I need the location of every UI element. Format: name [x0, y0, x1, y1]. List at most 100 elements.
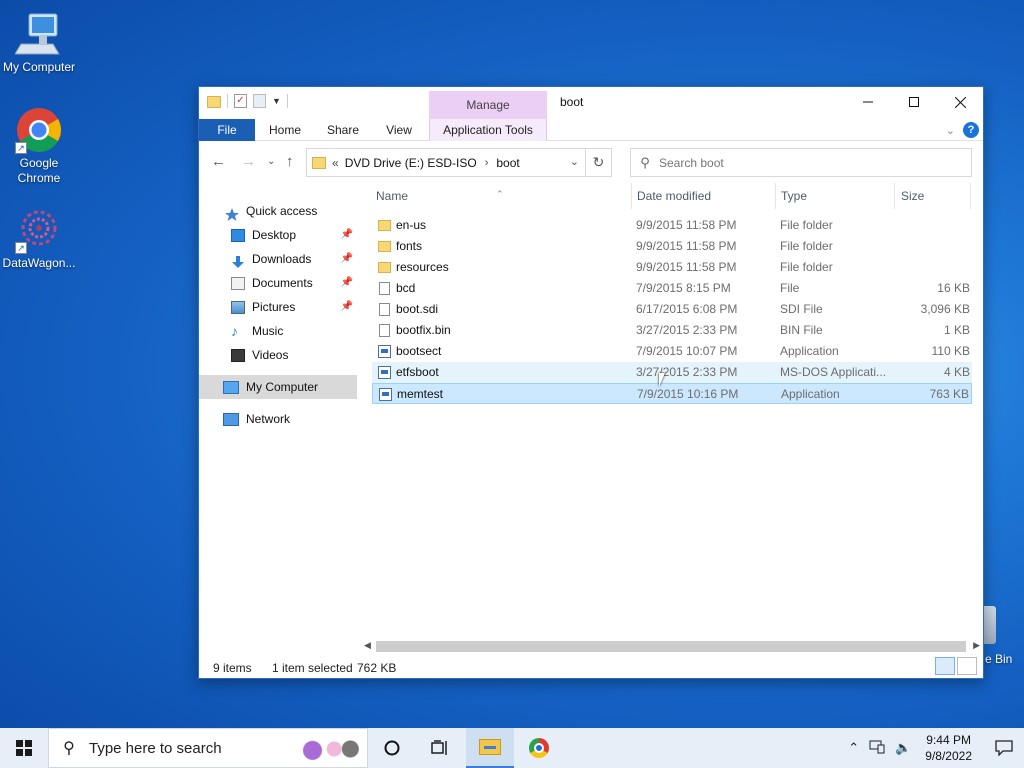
folder-icon [378, 262, 391, 273]
task-view-button[interactable] [416, 728, 464, 768]
desktop-icon-label: My Computer [2, 60, 76, 74]
new-folder-icon[interactable] [253, 94, 266, 108]
desktop-icon-label: DataWagon... [2, 256, 76, 270]
breadcrumb-dvd-drive[interactable]: DVD Drive (E:) ESD-ISO [345, 156, 477, 170]
selection-count: 1 item selected [272, 661, 353, 675]
nav-desktop[interactable]: Desktop 📌 [199, 223, 357, 247]
manage-context-tab[interactable]: Manage [429, 91, 547, 119]
notifications-icon[interactable] [984, 728, 1024, 768]
address-bar[interactable]: « DVD Drive (E:) ESD-ISO › boot ⌄ ↻ [306, 148, 612, 177]
properties-icon[interactable]: ✓ [234, 94, 247, 108]
chrome-icon [529, 738, 549, 758]
cortana-button[interactable] [368, 728, 416, 768]
column-headers: ⌃ Name Date modified Type Size [372, 183, 972, 209]
nav-quick-access[interactable]: Quick access [199, 199, 357, 223]
horizontal-scrollbar[interactable]: ◀ ▶ [362, 638, 982, 655]
file-name: fonts [396, 239, 423, 253]
tab-application-tools[interactable]: Application Tools [429, 119, 547, 141]
address-overflow[interactable]: « [332, 156, 339, 170]
file-name: en-us [396, 218, 427, 232]
large-icons-view-button[interactable] [957, 657, 977, 675]
navigation-bar: ← → ⌄ ↑ « DVD Drive (E:) ESD-ISO › boot … [199, 142, 983, 182]
computer-icon [223, 380, 239, 394]
breadcrumb-boot[interactable]: boot [496, 156, 519, 170]
desktop-icon-datawagon[interactable]: ↗ DataWagon... [0, 206, 78, 271]
expand-ribbon-chevron-icon[interactable]: ⌄ [946, 124, 955, 137]
file-date-modified: 3/27/2015 2:33 PM [636, 365, 738, 379]
nav-music[interactable]: ♪ Music [199, 319, 357, 343]
clock-time: 9:44 PM [926, 733, 971, 747]
show-hidden-icons-chevron-icon[interactable]: ⌃ [848, 740, 859, 756]
maximize-button[interactable] [891, 87, 937, 117]
pin-icon[interactable]: 📌 [341, 271, 353, 295]
file-type: File folder [780, 239, 833, 253]
start-button[interactable] [0, 728, 48, 768]
chrome-taskbar-button[interactable] [515, 728, 563, 768]
search-highlight-icon[interactable] [297, 735, 359, 763]
file-row-bcd[interactable]: bcd 7/9/2015 8:15 PM File 16 KB [372, 278, 972, 299]
column-name[interactable]: Name [376, 189, 408, 203]
datawagon-icon: ↗ [15, 206, 63, 254]
desktop-icon-my-computer[interactable]: My Computer [0, 10, 78, 75]
breadcrumb-chevron-icon[interactable]: › [485, 157, 489, 169]
file-row-en-us[interactable]: en-us 9/9/2015 11:58 PM File folder [372, 215, 972, 236]
help-icon[interactable]: ? [963, 122, 979, 138]
file-row-memtest[interactable]: memtest 7/9/2015 10:16 PM Application 763 K… [372, 383, 972, 404]
search-input[interactable] [659, 155, 939, 170]
file-size: 763 KB [929, 387, 969, 401]
pin-icon[interactable]: 📌 [341, 247, 353, 271]
volume-icon[interactable]: 🔈 [895, 740, 911, 756]
status-bar: 9 items 1 item selected 762 KB [199, 655, 983, 679]
file-row-boot-sdi[interactable]: boot.sdi 6/17/2015 6:08 PM SDI File 3,096 K… [372, 299, 972, 320]
forward-arrow-icon[interactable]: → [241, 153, 256, 170]
file-explorer-taskbar-button[interactable] [466, 728, 514, 768]
column-size[interactable]: Size [901, 189, 924, 203]
chrome-icon: ↗ [15, 106, 63, 154]
recycle-bin-icon[interactable] [982, 606, 996, 644]
tab-view[interactable]: View [371, 119, 427, 141]
address-dropdown-icon[interactable]: ⌄ [570, 155, 579, 168]
window-title: boot [560, 95, 584, 109]
minimize-button[interactable] [845, 87, 891, 117]
file-row-etfsboot[interactable]: etfsboot 3/27/2015 2:33 PM MS-DOS Applicat… [372, 362, 972, 383]
nav-videos[interactable]: Videos [199, 343, 357, 367]
file-name: bcd [396, 281, 416, 295]
file-name: etfsboot [396, 365, 439, 379]
file-row-bootfix-bin[interactable]: bootfix.bin 3/27/2015 2:33 PM BIN File 1 KB [372, 320, 972, 341]
details-view-button[interactable] [935, 657, 955, 675]
scroll-right-icon[interactable]: ▶ [973, 640, 980, 651]
folder-icon [312, 156, 326, 169]
nav-documents[interactable]: Documents 📌 [199, 271, 357, 295]
file-row-bootsect[interactable]: bootsect 7/9/2015 10:07 PM Application 110 … [372, 341, 972, 362]
file-size: 1 KB [943, 323, 970, 337]
back-arrow-icon[interactable]: ← [211, 153, 226, 170]
customize-toolbar-dropdown-icon[interactable]: ▼ [272, 96, 281, 106]
taskbar-search-placeholder: Type here to search [89, 739, 222, 757]
network-status-icon[interactable] [869, 740, 885, 757]
scrollbar-thumb[interactable] [376, 641, 966, 652]
tab-share[interactable]: Share [315, 119, 371, 141]
file-row-resources[interactable]: resources 9/9/2015 11:58 PM File folder [372, 257, 972, 278]
up-arrow-icon[interactable]: ↑ [286, 153, 294, 170]
refresh-icon[interactable]: ↻ [585, 149, 611, 176]
tab-file[interactable]: File [199, 119, 255, 141]
column-type[interactable]: Type [781, 189, 807, 203]
scroll-left-icon[interactable]: ◀ [364, 640, 371, 651]
nav-my-computer[interactable]: My Computer [199, 375, 357, 399]
title-bar[interactable]: ✓ ▼ Manage boot [199, 87, 983, 119]
system-clock[interactable]: 9:44 PM 9/8/2022 [925, 732, 972, 764]
pin-icon[interactable]: 📌 [341, 295, 353, 319]
column-date-modified[interactable]: Date modified [637, 189, 711, 203]
recent-locations-chevron-icon[interactable]: ⌄ [267, 156, 275, 167]
tab-home[interactable]: Home [255, 119, 315, 141]
pin-icon[interactable]: 📌 [341, 223, 353, 247]
mouse-cursor-icon [659, 373, 671, 387]
file-row-fonts[interactable]: fonts 9/9/2015 11:58 PM File folder [372, 236, 972, 257]
desktop-icon-google-chrome[interactable]: ↗ Google Chrome [0, 106, 78, 186]
nav-pictures[interactable]: Pictures 📌 [199, 295, 357, 319]
nav-network[interactable]: Network [199, 407, 357, 431]
search-box[interactable]: ⚲ [630, 148, 972, 177]
close-button[interactable] [937, 87, 983, 117]
nav-downloads[interactable]: Downloads 📌 [199, 247, 357, 271]
taskbar-search-box[interactable]: ⚲ Type here to search [48, 728, 368, 768]
